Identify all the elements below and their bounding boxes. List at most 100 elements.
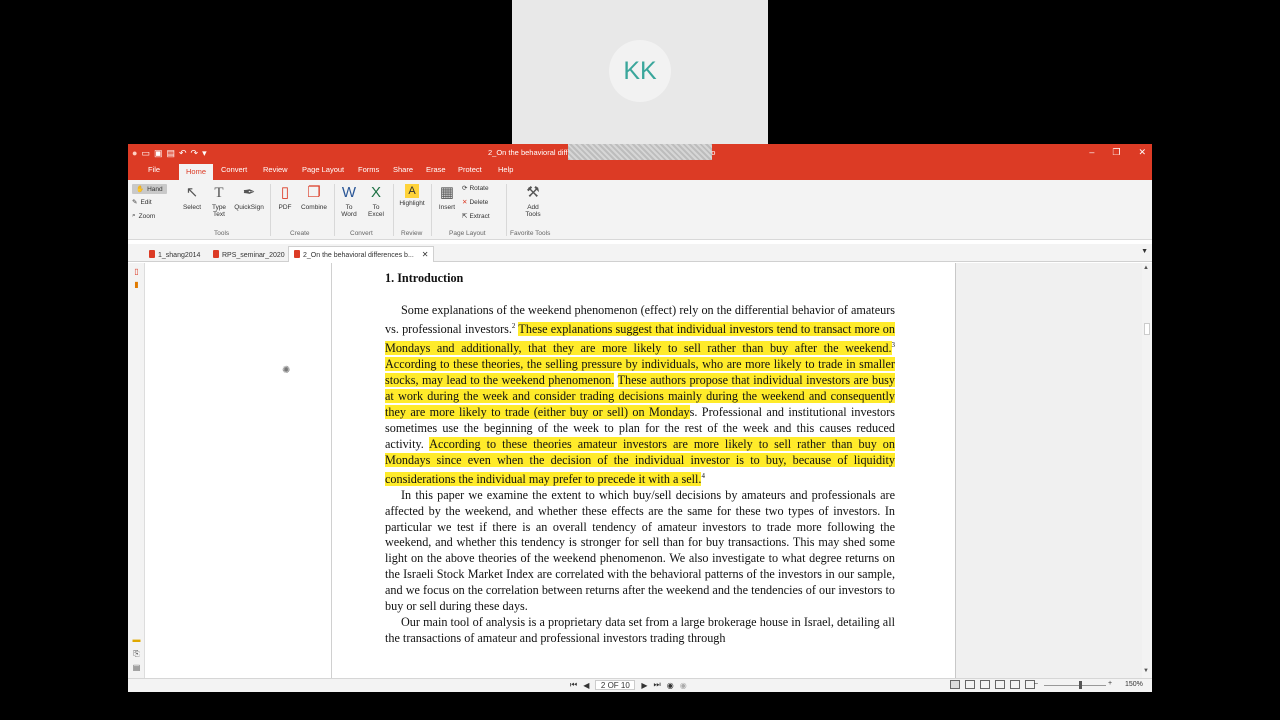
to-excel-button[interactable]: X To Excel: [364, 184, 388, 218]
first-page-icon[interactable]: ⏮: [570, 680, 577, 690]
thumbnail-panel: ✺: [145, 263, 332, 678]
delete-icon: ✕: [462, 199, 468, 206]
delete-button[interactable]: ✕ Delete: [462, 198, 489, 207]
previous-page-icon[interactable]: ◀: [583, 681, 589, 690]
customize-icon[interactable]: ▾: [202, 147, 207, 159]
highlight-button[interactable]: A Highlight: [396, 184, 428, 207]
rotate-icon: ⟳: [462, 185, 468, 192]
footnote-marker: 4: [701, 471, 705, 480]
last-page-icon[interactable]: ⏭: [654, 680, 661, 690]
print-icon[interactable]: ▤: [166, 147, 175, 159]
add-tools-button[interactable]: ⚒ Add Tools: [520, 184, 546, 218]
extract-button[interactable]: ⇱ Extract: [462, 212, 490, 221]
pdf-button[interactable]: ▯ PDF: [274, 184, 296, 211]
zoom-out-icon[interactable]: –: [1034, 680, 1038, 687]
pen-icon: ✒: [242, 184, 256, 201]
menu-share[interactable]: Share: [393, 165, 413, 174]
attachments-panel-icon[interactable]: ⎘: [132, 649, 141, 658]
divider: [506, 184, 507, 236]
minimize-button[interactable]: –: [1089, 147, 1094, 158]
comments-panel-icon[interactable]: ▬: [132, 635, 141, 644]
bookmarks-panel-icon[interactable]: ▮: [132, 280, 141, 289]
type-text-label: Type Text: [211, 204, 227, 218]
paragraph-2: In this paper we examine the extent to w…: [385, 487, 895, 614]
page-indicator[interactable]: 2 OF 10: [595, 680, 636, 690]
tabs-dropdown-icon[interactable]: ▼: [1141, 248, 1148, 255]
menu-erase[interactable]: Erase: [426, 165, 446, 174]
menu-review[interactable]: Review: [263, 165, 288, 174]
zoom-slider-track[interactable]: [1044, 685, 1106, 686]
insert-label: Insert: [438, 204, 456, 211]
title-bar: ● ▭ ▣ ▤ ↶ ↷ ▾ 2_On the behavioral diff…i…: [128, 144, 1152, 162]
paragraph-1: Some explanations of the weekend phenome…: [385, 303, 895, 488]
close-button[interactable]: ✕: [1138, 147, 1146, 158]
doc-tab[interactable]: 1_shang2014: [144, 247, 205, 262]
doc-tab[interactable]: RPS_seminar_2020: [208, 247, 290, 262]
extract-label: Extract: [469, 212, 490, 220]
delete-label: Delete: [469, 198, 489, 206]
zoom-level[interactable]: 150%: [1125, 681, 1143, 688]
vertical-scrollbar[interactable]: ▲ ▼: [1142, 263, 1152, 678]
redo-icon[interactable]: ↷: [191, 147, 199, 159]
highlighted-text[interactable]: According to these theories amateur inve…: [385, 436, 895, 486]
zoom-in-icon[interactable]: +: [1108, 680, 1112, 687]
type-text-button[interactable]: T Type Text: [206, 184, 232, 218]
review-group-label: Review: [401, 230, 423, 237]
pdf-file-icon: [149, 250, 155, 258]
pages-panel-icon[interactable]: ▯: [132, 267, 141, 276]
word-icon: W: [341, 184, 357, 201]
forward-view-icon[interactable]: ◉: [680, 681, 687, 690]
pdf-file-icon: [213, 250, 219, 258]
output-panel-icon[interactable]: ▤: [132, 663, 141, 672]
tools-icon: ⚒: [526, 184, 540, 201]
next-page-icon[interactable]: ▶: [641, 681, 647, 690]
extract-icon: ⇱: [462, 213, 468, 220]
convert-group-label: Convert: [350, 230, 373, 237]
insert-button[interactable]: ▦ Insert: [434, 184, 460, 211]
save-icon[interactable]: ▣: [154, 147, 163, 159]
menu-help[interactable]: Help: [498, 165, 513, 174]
scroll-thumb[interactable]: [1144, 323, 1150, 335]
menu-home[interactable]: Home: [179, 164, 214, 180]
ribbon-tabs: File Home Convert Review Page Layout For…: [128, 162, 1152, 180]
menu-file[interactable]: File: [148, 165, 160, 174]
select-button[interactable]: ↖ Select: [180, 184, 204, 211]
hand-label: Hand: [147, 185, 163, 193]
restore-button[interactable]: ❐: [1112, 147, 1120, 158]
quicksign-label: QuickSign: [234, 204, 264, 211]
close-tab-icon[interactable]: ✕: [422, 250, 429, 259]
back-view-icon[interactable]: ◉: [667, 681, 674, 690]
scroll-down-icon[interactable]: ▼: [1143, 668, 1149, 674]
page-navigation: ⏮ ◀ 2 OF 10 ▶ ⏭ ◉ ◉: [570, 680, 687, 690]
excel-icon: X: [370, 184, 381, 201]
pdf-page: 1. Introduction Some explanations of the…: [332, 263, 956, 678]
menu-protect[interactable]: Protect: [458, 165, 482, 174]
edit-label: Edit: [140, 198, 152, 206]
menu-forms[interactable]: Forms: [358, 165, 379, 174]
type-text-icon: T: [214, 185, 224, 201]
quicksign-button[interactable]: ✒ QuickSign: [232, 184, 266, 211]
facing-view-icon[interactable]: [980, 680, 990, 689]
continuous-view-icon[interactable]: [965, 680, 975, 689]
menu-convert[interactable]: Convert: [221, 165, 247, 174]
combine-button[interactable]: ❐ Combine: [298, 184, 330, 211]
edit-tool[interactable]: ✎ Edit: [132, 198, 152, 207]
redacted-area: [568, 144, 712, 160]
facing-continuous-view-icon[interactable]: [995, 680, 1005, 689]
combine-label: Combine: [300, 204, 327, 211]
to-word-button[interactable]: W To Word: [338, 184, 360, 218]
zoom-slider-handle[interactable]: [1079, 681, 1082, 689]
page-text: 1. Introduction Some explanations of the…: [385, 271, 895, 647]
undo-icon[interactable]: ↶: [179, 147, 187, 159]
doc-tab-active[interactable]: 2_On the behavioral differences b... ✕: [288, 246, 435, 262]
status-bar: ⏮ ◀ 2 OF 10 ▶ ⏭ ◉ ◉ – + 150%: [128, 678, 1152, 692]
hand-tool[interactable]: ✋ Hand: [132, 184, 167, 194]
single-page-view-icon[interactable]: [950, 680, 960, 689]
combine-icon: ❐: [307, 184, 321, 201]
rotate-button[interactable]: ⟳ Rotate: [462, 184, 489, 193]
menu-page-layout[interactable]: Page Layout: [302, 165, 344, 174]
zoom-tool[interactable]: ⌕ Zoom: [132, 212, 155, 220]
scroll-up-icon[interactable]: ▲: [1143, 265, 1149, 271]
fit-width-icon[interactable]: [1010, 680, 1020, 689]
open-icon[interactable]: ▭: [141, 147, 150, 159]
